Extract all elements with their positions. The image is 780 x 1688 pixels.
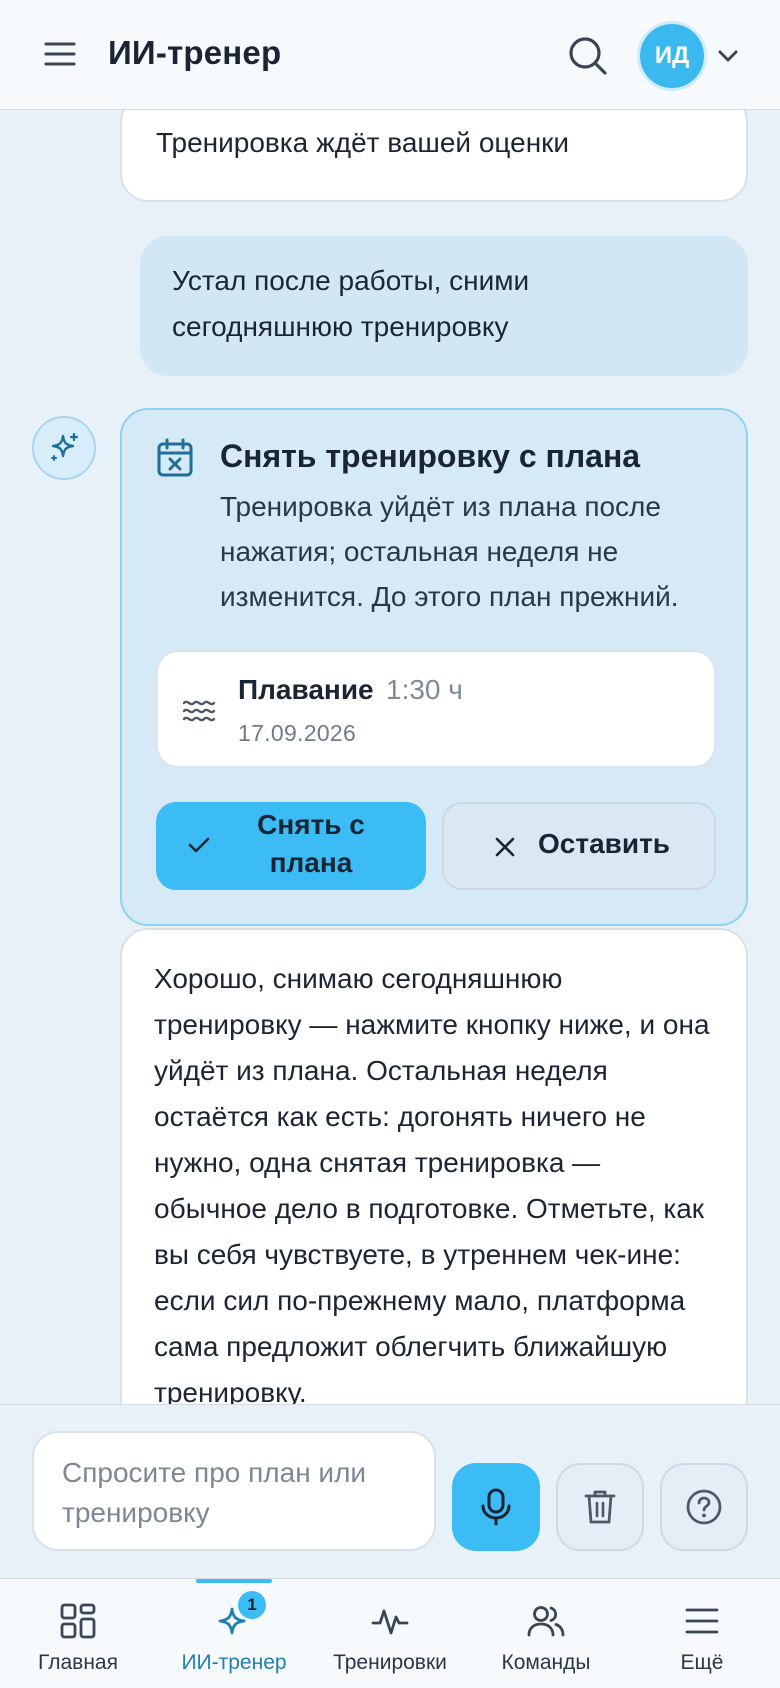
workout-name: Плавание [238, 674, 374, 705]
nav-item-home[interactable]: Главная [0, 1579, 156, 1688]
close-icon [495, 837, 515, 857]
workout-date: 17.09.2026 [238, 720, 357, 746]
search-button[interactable] [566, 34, 610, 78]
nav-label: Команды [501, 1651, 591, 1674]
remove-workout-card: Снять тренировку с плана Тренировка уйдё… [120, 408, 748, 926]
nav-item-more[interactable]: Ещё [624, 1579, 780, 1688]
water-waves-icon [182, 696, 216, 726]
message-text: Устал после работы, сними сегодняшнюю тр… [172, 265, 530, 342]
user-message: Устал после работы, сними сегодняшнюю тр… [140, 236, 748, 376]
keep-workout-button[interactable]: Оставить [442, 802, 716, 890]
workout-duration: 1:30 ч [386, 674, 463, 705]
message-composer [0, 1404, 780, 1578]
nav-label: Ещё [680, 1651, 724, 1674]
chat-thread[interactable]: Тренировка ждёт вашей оценки Устал после… [0, 110, 780, 1404]
assistant-avatar [32, 416, 96, 480]
assistant-message: Тренировка ждёт вашей оценки [120, 110, 748, 202]
button-label: Оставить [538, 828, 670, 859]
account-menu-toggle[interactable] [714, 44, 742, 68]
message-text: Тренировка ждёт вашей оценки [156, 127, 570, 158]
remove-from-plan-button[interactable]: Снять с плана [156, 802, 426, 890]
chevron-down-icon [718, 50, 738, 62]
message-text: Хорошо, снимаю сегодняшнюю тренировку — … [154, 963, 710, 1404]
nav-item-teams[interactable]: Команды [468, 1579, 624, 1688]
clear-chat-button[interactable] [556, 1463, 644, 1551]
card-title: Снять тренировку с плана [220, 438, 641, 474]
voice-input-button[interactable] [452, 1463, 540, 1551]
help-icon [686, 1489, 722, 1525]
active-indicator [196, 1579, 272, 1583]
nav-item-workouts[interactable]: Тренировки [312, 1579, 468, 1688]
nav-label: Главная [38, 1651, 118, 1674]
nav-label: Тренировки [333, 1651, 447, 1674]
users-icon [527, 1606, 565, 1637]
calendar-x-icon [156, 438, 194, 478]
menu-icon [685, 1608, 719, 1634]
bottom-navigation: Главная 1 ИИ-тренер Тренировки Команды Е… [0, 1578, 780, 1688]
check-icon [188, 837, 210, 853]
card-description: Тренировка уйдёт из плана после нажатия;… [220, 491, 679, 612]
sparkle-icon [51, 432, 79, 461]
trash-icon [584, 1490, 616, 1524]
assistant-message: Хорошо, снимаю сегодняшнюю тренировку — … [120, 928, 748, 1404]
workout-item[interactable]: Плавание 1:30 ч 17.09.2026 [156, 650, 716, 768]
nav-label: ИИ-тренер [181, 1651, 287, 1674]
menu-button[interactable] [40, 36, 80, 72]
activity-icon [371, 1609, 409, 1635]
grid-icon [60, 1603, 96, 1639]
button-label: Снять с плана [257, 809, 365, 878]
microphone-icon [481, 1488, 511, 1526]
menu-icon [44, 42, 76, 66]
nav-item-ai-coach[interactable]: 1 ИИ-тренер [156, 1579, 312, 1688]
page-title: ИИ-тренер [108, 34, 282, 71]
help-button[interactable] [660, 1463, 748, 1551]
notification-badge: 1 [236, 1589, 268, 1621]
app-header: ИИ-тренер ИД [0, 0, 780, 110]
message-input[interactable] [32, 1431, 436, 1551]
avatar[interactable]: ИД [640, 24, 704, 88]
search-icon [569, 37, 607, 75]
